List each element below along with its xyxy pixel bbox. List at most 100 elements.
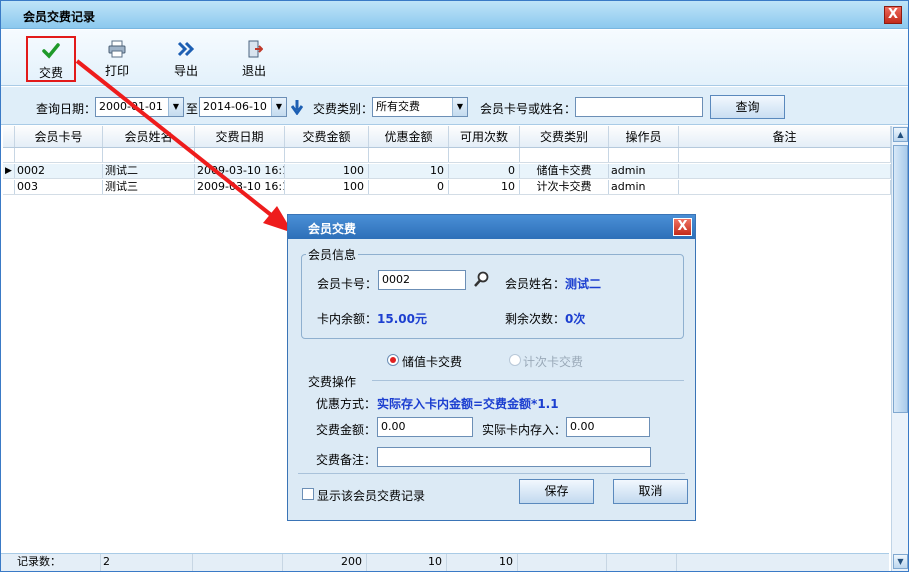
cell-date: 2009-03-10 16:1	[197, 180, 285, 194]
card-or-name-label: 会员卡号或姓名：	[480, 102, 577, 116]
filter-cell[interactable]	[449, 148, 520, 162]
filter-bar: 查询日期： 2000-01-01 ▼ 至 2014-06-10 ▼ 交费类别： …	[1, 87, 908, 125]
note-input[interactable]	[377, 447, 651, 467]
actual-deposit-input[interactable]: 0.00	[566, 417, 650, 437]
member-payment-dialog: 会员交费 X 会员信息 会员卡号： 0002 会员姓名： 测试二 卡内余额： 1…	[287, 214, 696, 521]
radio-count-card[interactable]	[509, 354, 521, 366]
column-header[interactable]: 会员卡号	[15, 126, 103, 147]
exit-button[interactable]: 退出	[229, 36, 279, 82]
filter-cell	[3, 148, 15, 162]
column-header[interactable]: 交费日期	[195, 126, 285, 147]
printer-icon	[108, 40, 126, 58]
table-row[interactable]: ▶ 0002 测试二 2009-03-10 16:1 100 10 0 储值卡交…	[3, 164, 891, 179]
balance-label: 卡内余额：	[317, 312, 378, 326]
print-button[interactable]: 打印	[92, 36, 142, 82]
cell-note	[679, 180, 891, 194]
amount-input[interactable]: 0.00	[377, 417, 473, 437]
query-button[interactable]: 查询	[710, 95, 785, 119]
card-label: 会员卡号：	[317, 277, 378, 291]
title-bar: 会员交费记录 X	[1, 1, 908, 29]
filter-cell[interactable]	[679, 148, 891, 162]
operation-divider	[372, 380, 684, 381]
remain-value: 0次	[565, 312, 586, 326]
grid-footer: 记录数： 2 200 10 10	[1, 553, 889, 571]
filter-cell[interactable]	[369, 148, 449, 162]
filter-cell[interactable]	[609, 148, 679, 162]
footer-empty	[607, 554, 677, 571]
vertical-scrollbar[interactable]: ▲ ▼	[891, 126, 908, 571]
discount-method-label: 优惠方式：	[316, 397, 377, 411]
chevron-down-icon[interactable]: ▼	[168, 98, 183, 116]
footer-discount-total: 10	[367, 554, 447, 571]
scroll-thumb[interactable]	[893, 145, 908, 413]
filter-cell[interactable]	[520, 148, 609, 162]
amount-label: 交费金额：	[316, 423, 377, 437]
column-header[interactable]: 会员姓名	[103, 126, 195, 147]
radio-stored-value[interactable]	[387, 354, 399, 366]
row-pointer-icon: ▶	[3, 164, 15, 178]
column-header[interactable]: 交费类别	[520, 126, 609, 147]
print-button-label: 打印	[104, 64, 129, 78]
footer-empty	[677, 554, 889, 571]
door-exit-icon	[248, 40, 263, 58]
date-from-value: 2000-01-01	[99, 100, 163, 113]
card-number-input[interactable]: 0002	[378, 270, 466, 290]
scroll-up-button[interactable]: ▲	[893, 127, 908, 142]
footer-empty	[518, 554, 607, 571]
pay-button-label: 交费	[38, 66, 63, 80]
cell-discount: 10	[369, 164, 449, 178]
footer-record-label: 记录数：	[3, 554, 101, 571]
card-or-name-input[interactable]	[575, 97, 703, 117]
cancel-button[interactable]: 取消	[613, 479, 688, 504]
type-label: 交费类别：	[313, 102, 374, 116]
filter-row[interactable]	[3, 148, 891, 163]
show-records-label[interactable]: 显示该会员交费记录	[317, 487, 425, 504]
footer-empty	[193, 554, 283, 571]
pay-button[interactable]: 交费	[26, 36, 76, 82]
filter-cell[interactable]	[15, 148, 103, 162]
operation-legend: 交费操作	[308, 375, 357, 389]
row-indicator	[3, 180, 15, 194]
filter-cell[interactable]	[285, 148, 369, 162]
export-button[interactable]: 导出	[161, 36, 211, 82]
cell-date: 2009-03-10 16:1	[197, 164, 285, 178]
save-button[interactable]: 保存	[519, 479, 594, 504]
cell-name: 测试三	[103, 180, 195, 194]
column-header[interactable]: 可用次数	[449, 126, 520, 147]
cell-type: 储值卡交费	[520, 164, 609, 178]
window-close-button[interactable]: X	[884, 6, 902, 24]
chevron-down-icon[interactable]: ▼	[452, 98, 467, 116]
payment-type-select[interactable]: 所有交费 ▼	[372, 97, 468, 117]
show-records-checkbox[interactable]	[302, 488, 314, 500]
column-header[interactable]: 操作员	[609, 126, 679, 147]
column-header[interactable]: 交费金额	[285, 126, 369, 147]
cell-card: 0002	[15, 164, 103, 178]
scroll-down-button[interactable]: ▼	[893, 554, 908, 569]
magnifier-icon[interactable]	[473, 271, 490, 288]
column-header[interactable]: 备注	[679, 126, 891, 147]
cell-card: 003	[15, 180, 103, 194]
cell-operator: admin	[609, 180, 679, 194]
member-info-legend: 会员信息	[306, 246, 359, 263]
dialog-close-button[interactable]: X	[673, 218, 692, 236]
cell-discount: 0	[369, 180, 449, 194]
radio-stored-label[interactable]: 储值卡交费	[402, 353, 462, 370]
date-from-picker[interactable]: 2000-01-01 ▼	[95, 97, 184, 117]
chevron-down-icon[interactable]: ▼	[271, 98, 286, 116]
cell-note	[679, 164, 891, 178]
arrow-down-icon[interactable]	[291, 99, 303, 115]
date-to-picker[interactable]: 2014-06-10 ▼	[199, 97, 287, 117]
double-chevron-icon	[177, 41, 195, 57]
export-button-label: 导出	[173, 64, 198, 78]
filter-cell[interactable]	[195, 148, 285, 162]
footer-usable-total: 10	[447, 554, 518, 571]
name-label: 会员姓名：	[505, 277, 566, 291]
filter-cell[interactable]	[103, 148, 195, 162]
table-row[interactable]: 003 测试三 2009-03-10 16:1 100 0 10 计次卡交费 a…	[3, 180, 891, 195]
radio-count-label[interactable]: 计次卡交费	[523, 353, 583, 370]
dialog-title: 会员交费	[308, 222, 357, 236]
column-header[interactable]: 优惠金额	[369, 126, 449, 147]
discount-method-value: 实际存入卡内金额=交费金额*1.1	[377, 397, 559, 411]
grid-header: 会员卡号 会员姓名 交费日期 交费金额 优惠金额 可用次数 交费类别 操作员 备…	[3, 126, 891, 148]
name-value: 测试二	[565, 277, 602, 291]
